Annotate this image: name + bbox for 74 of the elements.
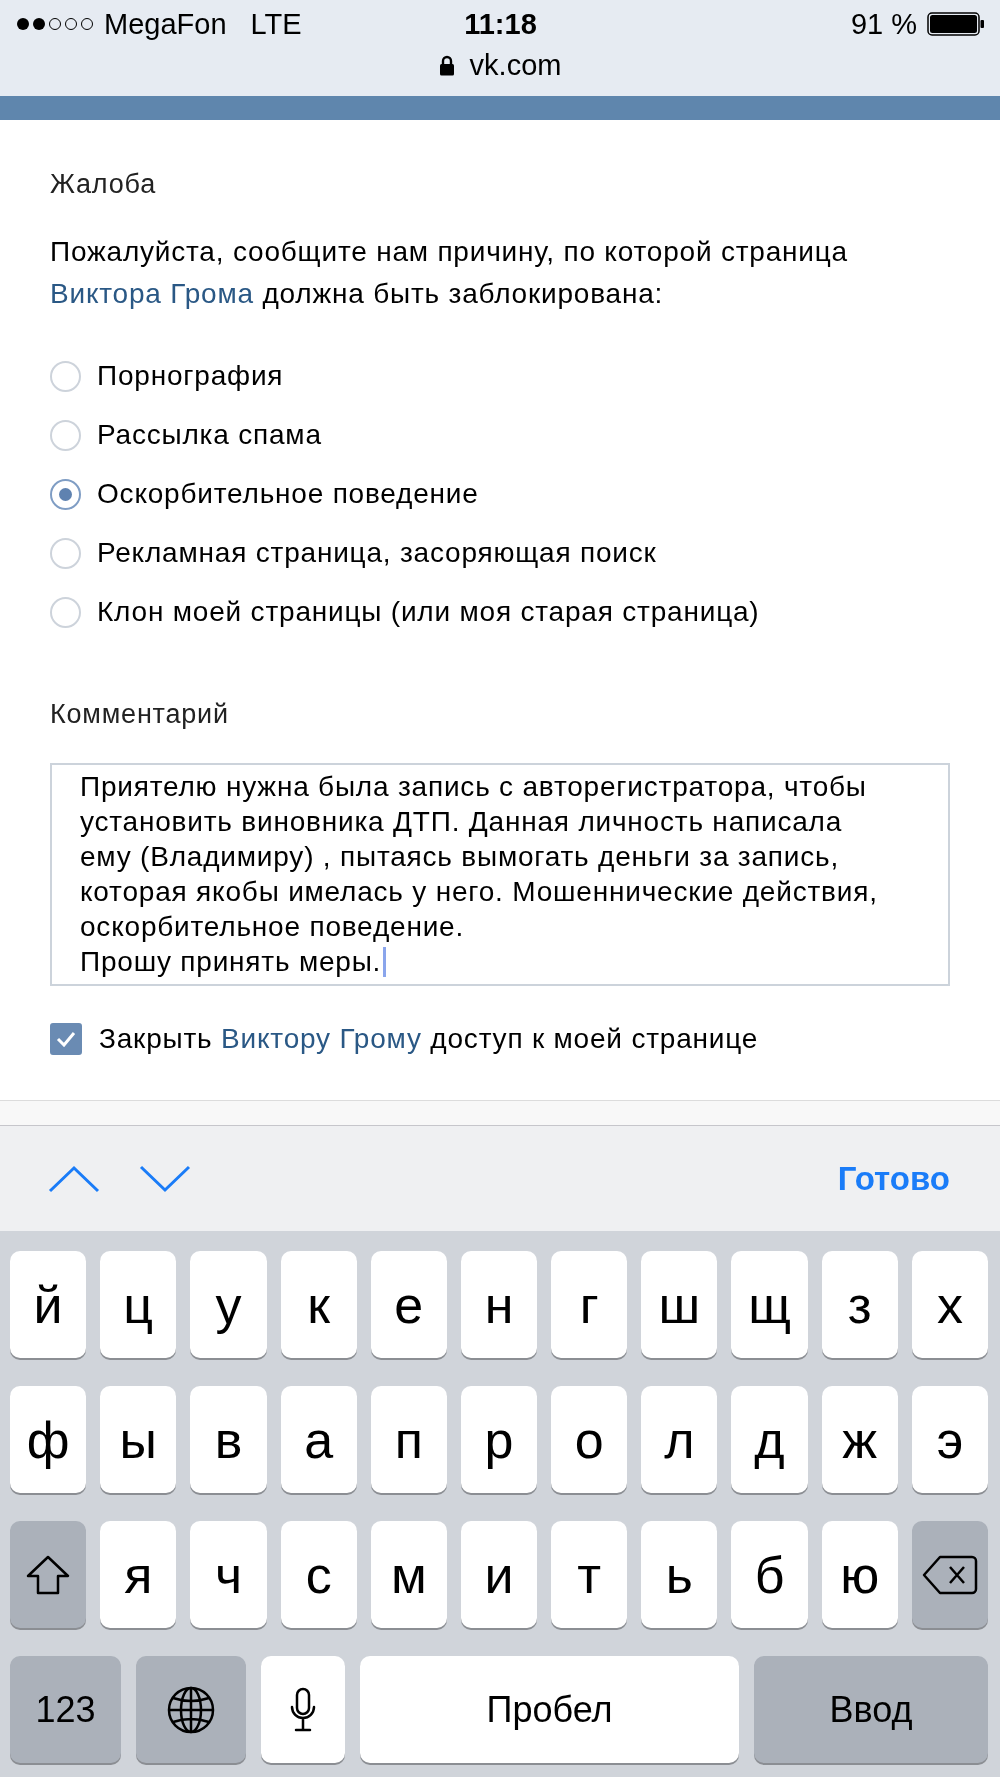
letter-key[interactable]: ч xyxy=(190,1521,267,1628)
letter-key[interactable]: б xyxy=(731,1521,808,1628)
checkbox[interactable] xyxy=(50,1023,82,1055)
clock: 11:18 xyxy=(464,7,537,41)
letter-key[interactable]: н xyxy=(460,1251,538,1358)
chevron-down-icon[interactable] xyxy=(139,1164,191,1193)
backspace-icon xyxy=(921,1554,978,1595)
letter-key[interactable]: ф xyxy=(10,1386,87,1493)
shift-key[interactable] xyxy=(10,1521,87,1628)
battery-icon xyxy=(927,12,985,36)
letter-key[interactable]: т xyxy=(551,1521,628,1628)
letter-key[interactable]: й xyxy=(10,1251,87,1358)
microphone-icon xyxy=(289,1686,317,1733)
radio-button[interactable] xyxy=(50,419,81,451)
radio-label[interactable]: Порнография xyxy=(97,360,284,392)
checkbox-label[interactable]: Закрыть Виктору Грому доступ к моей странице xyxy=(99,1023,759,1055)
letter-key[interactable]: ы xyxy=(100,1386,177,1493)
chevron-up-icon[interactable] xyxy=(48,1164,100,1193)
report-prompt: Пожалуйста, сообщите нам причину, по которой страница Виктора Грома должна быть заблокирована: xyxy=(50,235,849,311)
network-type: LTE xyxy=(250,7,302,41)
letter-key[interactable]: х xyxy=(911,1251,988,1358)
radio-label[interactable]: Клон моей страницы (или моя старая страница) xyxy=(97,596,760,628)
radio-button[interactable] xyxy=(50,360,81,392)
letter-key[interactable]: д xyxy=(731,1386,808,1493)
page-url[interactable]: vk.com xyxy=(469,48,562,82)
letter-key[interactable]: ш xyxy=(641,1251,718,1358)
globe-icon xyxy=(167,1685,215,1734)
letter-key[interactable]: ь xyxy=(641,1521,718,1628)
letter-key[interactable]: ю xyxy=(821,1521,898,1628)
checkmark-icon xyxy=(56,1031,76,1047)
letter-key[interactable]: у xyxy=(190,1251,267,1358)
letter-key[interactable]: ц xyxy=(100,1251,177,1358)
backspace-key[interactable] xyxy=(911,1521,988,1628)
signal-strength-icon xyxy=(16,17,96,31)
radio-label[interactable]: Оскорбительное поведение xyxy=(97,478,479,510)
comment-text: Прошу принять меры. xyxy=(80,945,382,979)
letter-key[interactable]: а xyxy=(280,1386,357,1493)
radio-button[interactable] xyxy=(50,537,81,569)
globe-key[interactable] xyxy=(136,1656,246,1763)
comment-field[interactable] xyxy=(50,763,950,986)
letter-key[interactable]: ж xyxy=(821,1386,898,1493)
radio-button[interactable] xyxy=(50,478,81,510)
text-cursor-icon xyxy=(383,946,387,977)
letter-key[interactable]: л xyxy=(641,1386,718,1493)
profile-link[interactable]: Виктору Грому xyxy=(221,1023,422,1054)
numbers-key[interactable]: 123 xyxy=(10,1656,121,1763)
letter-key[interactable]: и xyxy=(460,1521,538,1628)
radio-label[interactable]: Рассылка спама xyxy=(97,419,322,451)
profile-link[interactable]: Виктора Грома xyxy=(50,278,254,309)
letter-key[interactable]: я xyxy=(100,1521,177,1628)
lock-icon xyxy=(438,54,455,76)
letter-key[interactable]: г xyxy=(551,1251,628,1358)
letter-key[interactable]: в xyxy=(190,1386,267,1493)
letter-key[interactable]: е xyxy=(370,1251,447,1358)
form-title: Жалоба xyxy=(50,168,157,201)
comment-text: Приятелю нужна была запись с авторегистратора, чтобы установить виновника ДТП. Данная личность написала ему (Владимиру) , пытаясь вымогать деньги за запись, которая якобы имелась у него. Мошеннические действия, оскорбительное поведение. xyxy=(80,770,879,944)
space-bar[interactable]: Пробел xyxy=(360,1656,739,1763)
shift-icon xyxy=(25,1553,72,1596)
letter-key[interactable]: п xyxy=(370,1386,447,1493)
letter-key[interactable]: э xyxy=(911,1386,988,1493)
microphone-key[interactable] xyxy=(261,1656,345,1763)
letter-key[interactable]: к xyxy=(280,1251,357,1358)
letter-key[interactable]: с xyxy=(280,1521,357,1628)
radio-button[interactable] xyxy=(50,596,81,628)
letter-key[interactable]: щ xyxy=(731,1251,808,1358)
letter-key[interactable]: р xyxy=(460,1386,538,1493)
letter-key[interactable]: м xyxy=(370,1521,447,1628)
comment-label: Комментарий xyxy=(50,698,230,731)
return-key[interactable]: Ввод xyxy=(754,1656,988,1763)
radio-label[interactable]: Рекламная страница, засоряющая поиск xyxy=(97,537,657,569)
letter-key[interactable]: о xyxy=(551,1386,628,1493)
carrier-name: MegaFon xyxy=(104,7,227,41)
letter-key[interactable]: з xyxy=(821,1251,898,1358)
battery-percentage: 91 % xyxy=(850,7,917,41)
